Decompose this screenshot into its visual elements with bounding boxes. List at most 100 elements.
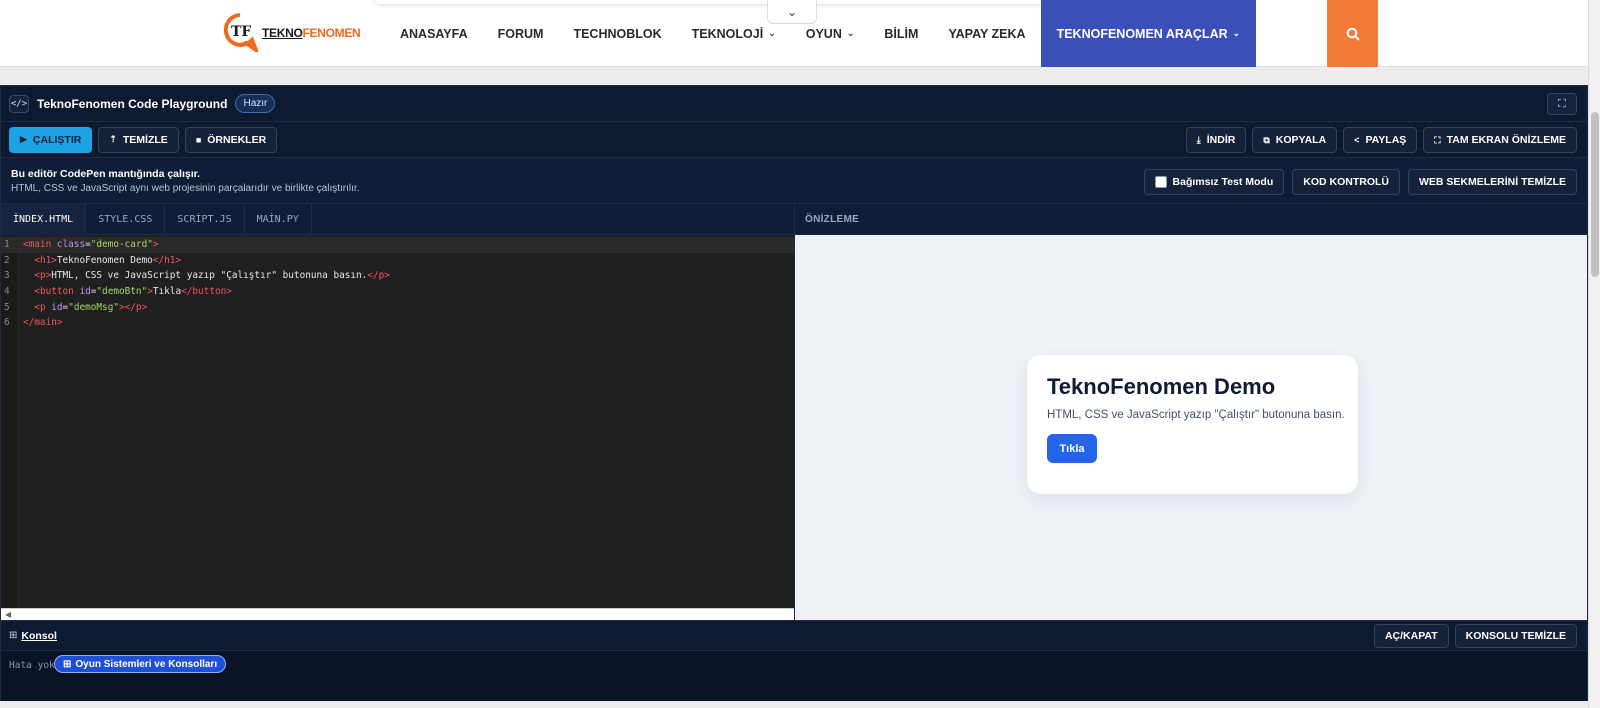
- demo-card: TeknoFenomen Demo HTML, CSS ve JavaScrip…: [1027, 355, 1358, 494]
- button-label: ÇALIŞTIR: [32, 133, 82, 146]
- code-line[interactable]: 5 <p id="demoMsg"></p>: [1, 300, 794, 316]
- code-token: </h1>: [152, 254, 182, 266]
- download-icon: ⤓: [1196, 134, 1201, 145]
- nav-item-label: YAPAY ZEKA: [948, 26, 1026, 41]
- grid-icon: ⊞: [63, 658, 72, 670]
- code-token: Tıkla: [152, 286, 182, 298]
- nav-item-3[interactable]: TEKNOLOJİ ⌄: [677, 0, 791, 67]
- code-line[interactable]: 1 <main class="demo-card">: [1, 237, 794, 253]
- download-button[interactable]: ⤓ İNDİR: [1185, 127, 1247, 153]
- tab-style-css[interactable]: STYLE.CSS: [86, 204, 166, 235]
- page-scroll-thumb[interactable]: [1591, 112, 1599, 277]
- code-token: </main>: [23, 317, 63, 329]
- site-logo[interactable]: TF TEKNOFENOMEN: [222, 12, 361, 54]
- nav-item-2[interactable]: TECHNOBLOK: [558, 0, 676, 67]
- nav-item-1[interactable]: FORUM: [483, 0, 559, 67]
- button-label: TEMİZLE: [122, 133, 168, 146]
- code-check-button[interactable]: KOD KONTROLÜ: [1292, 169, 1400, 195]
- playground-title: TeknoFenomen Code Playground: [37, 96, 228, 111]
- related-link-label: Oyun Sistemleri ve Konsolları: [75, 658, 218, 670]
- related-link-chip[interactable]: ⊞ Oyun Sistemleri ve Konsolları: [54, 655, 227, 673]
- code-line[interactable]: 4 <button id="demoBtn">Tıkla</button>: [1, 284, 794, 300]
- status-badge: Hazır: [235, 94, 276, 113]
- button-label: PAYLAŞ: [1365, 134, 1407, 146]
- nav-item-0[interactable]: ANASAYFA: [385, 0, 483, 67]
- code-playground: </> TeknoFenomen Code Playground Hazır ⛶…: [0, 85, 1588, 701]
- nav-item-7[interactable]: TEKNOFENOMEN ARAÇLAR ⌄: [1040, 0, 1257, 67]
- clear-web-tabs-button[interactable]: WEB SEKMELERİNİ TEMİZLE: [1408, 169, 1577, 195]
- console-title[interactable]: Konsol: [21, 630, 57, 642]
- svg-text:TF: TF: [231, 24, 251, 40]
- search-button[interactable]: [1327, 0, 1378, 67]
- nav-item-6[interactable]: YAPAY ZEKA: [933, 0, 1040, 67]
- share-button[interactable]: < PAYLAŞ: [1343, 127, 1418, 153]
- demo-button[interactable]: Tıkla: [1047, 434, 1097, 463]
- clear-button[interactable]: ⇡ TEMİZLE: [98, 126, 179, 153]
- share-icon: <: [1354, 135, 1360, 145]
- console-clear-button[interactable]: KONSOLU TEMİZLE: [1454, 624, 1577, 648]
- tab-scri-pt-js[interactable]: SCRİPT.JS: [165, 204, 245, 235]
- code-editor[interactable]: 1 <main class="demo-card"> 2 <h1>TeknoFeno…: [1, 235, 794, 608]
- nav-item-label: TEKNOFENOMEN ARAÇLAR: [1056, 26, 1228, 41]
- button-label: ÖRNEKLER: [207, 133, 267, 146]
- code-token: id: [51, 301, 63, 313]
- code-token: id: [79, 286, 91, 298]
- line-number: 6: [4, 317, 10, 329]
- play-button[interactable]: ▶ ÇALIŞTIR: [9, 126, 93, 153]
- fullscreen-button[interactable]: ⛶: [1547, 93, 1577, 115]
- code-line[interactable]: 6 </main>: [1, 315, 794, 331]
- code-token: ></p>: [119, 301, 148, 313]
- clear-icon: ⇡: [109, 134, 117, 144]
- line-number: 5: [4, 301, 10, 313]
- page-scrollbar[interactable]: [1588, 0, 1600, 708]
- line-number: 1: [4, 239, 10, 250]
- code-icon: </>: [9, 94, 29, 113]
- editor-horizontal-scrollbar[interactable]: ◀: [1, 608, 794, 620]
- demo-heading: TeknoFenomen Demo: [1047, 374, 1276, 399]
- code-line[interactable]: 3 <p>HTML, CSS ve JavaScript yazıp "Çalı…: [1, 268, 794, 284]
- scroll-left-icon[interactable]: ◀: [5, 610, 11, 619]
- preview-header: ÖNİZLEME: [794, 204, 1587, 235]
- code-token: <h1>: [34, 254, 57, 266]
- expand-button[interactable]: ⛶ TAM EKRAN ÖNİZLEME: [1423, 127, 1577, 153]
- console-toggle-button[interactable]: AÇ/KAPAT: [1373, 624, 1449, 648]
- file-button[interactable]: ■ ÖRNEKLER: [184, 126, 278, 153]
- code-token: </button>: [181, 286, 232, 298]
- line-number: 4: [4, 286, 10, 298]
- site-header: ⌄ TF TEKNOFENOMEN ANASAYFA FORUM TECHNOBLO…: [0, 0, 1588, 67]
- preview-pane: TeknoFenomen Demo HTML, CSS ve JavaScrip…: [794, 235, 1587, 620]
- nav-item-label: ANASAYFA: [400, 26, 468, 41]
- nav-item-label: FORUM: [497, 26, 544, 41]
- code-token: <button: [34, 286, 80, 298]
- button-label: KOPYALA: [1275, 134, 1327, 146]
- info-title: Bu editör CodePen mantığında çalışır.: [11, 168, 201, 180]
- expand-icon: ⛶: [1558, 97, 1566, 110]
- nav-item-5[interactable]: BİLİM: [869, 0, 933, 67]
- test-mode-label: Bağımsız Test Modu: [1172, 176, 1274, 188]
- tab-mai-n-py[interactable]: MAİN.PY: [245, 204, 312, 235]
- tab-i-ndex-html[interactable]: İNDEX.HTML: [1, 204, 87, 235]
- info-subtitle: HTML, CSS ve JavaScript aynı web projesi…: [11, 183, 360, 194]
- file-tabs: İNDEX.HTML STYLE.CSS SCRİPT.JS MAİN.PY: [1, 204, 794, 235]
- nav-item-4[interactable]: OYUN ⌄: [791, 0, 870, 67]
- code-token: "demo-card": [90, 239, 153, 250]
- search-icon: [1346, 27, 1360, 41]
- nav-item-label: TEKNOLOJİ: [691, 26, 764, 41]
- line-number: 3: [4, 270, 10, 282]
- code-token: <p>: [34, 270, 52, 282]
- console-icon: ⊞: [9, 630, 18, 641]
- test-mode-checkbox[interactable]: [1154, 176, 1167, 188]
- logo-icon: TF: [223, 13, 258, 52]
- line-number: 2: [4, 254, 10, 266]
- code-token: HTML, CSS ve JavaScript yazıp "Çalıştır"…: [51, 270, 368, 282]
- code-token: "demoMsg": [68, 301, 119, 313]
- code-token: <main: [23, 239, 57, 250]
- copy-button[interactable]: ⧉ KOPYALA: [1252, 127, 1338, 153]
- test-mode-toggle[interactable]: Bağımsız Test Modu: [1143, 169, 1285, 195]
- code-line[interactable]: 2 <h1>TeknoFenomen Demo</h1>: [1, 253, 794, 269]
- nav-item-label: BİLİM: [884, 26, 919, 41]
- play-icon: ▶: [20, 134, 27, 144]
